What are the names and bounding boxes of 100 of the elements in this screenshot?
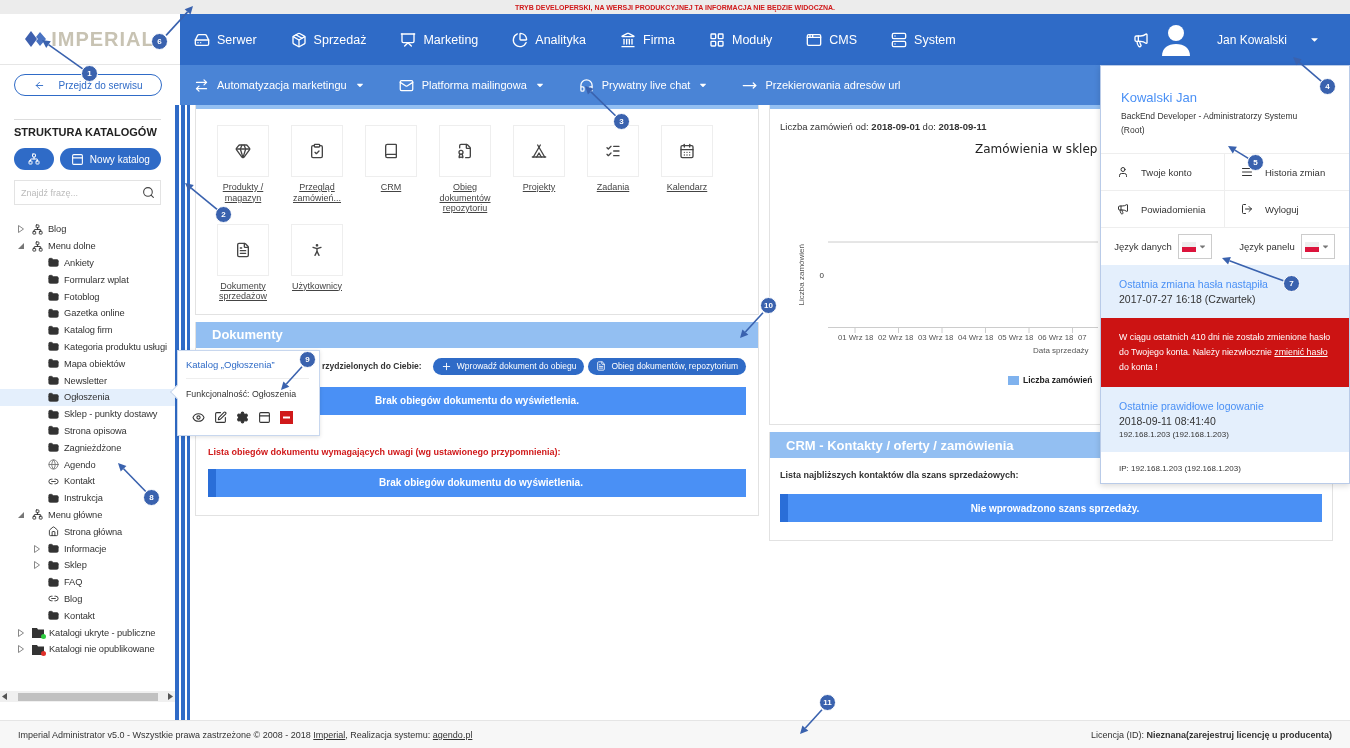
tree-item[interactable]: Sklep - punkty dostawy <box>0 405 164 423</box>
tree-item-label[interactable]: FAQ <box>64 577 83 588</box>
tree-item-label[interactable]: Informacje <box>64 543 107 554</box>
nav-item[interactable]: CMS <box>806 31 858 48</box>
megaphone-icon[interactable] <box>1132 31 1149 48</box>
tree-item-label[interactable]: Zagnieżdżone <box>64 442 122 453</box>
tree-item-label[interactable]: Strona główna <box>64 526 123 537</box>
tree-item[interactable]: Fotoblog <box>0 288 106 305</box>
tree-item-label[interactable]: Fotoblog <box>64 291 100 302</box>
tree-item-label[interactable]: Kontakt <box>64 476 95 487</box>
module-tile[interactable]: Projekty <box>502 125 576 214</box>
tree-item-label[interactable]: Menu główne <box>48 509 103 520</box>
search-icon[interactable] <box>142 186 155 199</box>
tree-item[interactable]: Blog <box>0 590 89 608</box>
tree-item[interactable]: Katalogi nie opublikowane <box>0 640 161 658</box>
new-catalog-button[interactable]: Nowy katalog <box>59 148 161 170</box>
nav-item[interactable]: Sprzedaż <box>290 31 367 48</box>
tree-item-label[interactable]: Formularz wplat <box>64 274 129 285</box>
collapse-icon[interactable] <box>18 243 24 250</box>
subnav-item[interactable]: Przekierowania adresów url <box>742 77 901 93</box>
tree-item-label[interactable]: Katalogi nie opublikowane <box>49 644 155 655</box>
tree-item-label[interactable]: Instrukcja <box>64 493 103 504</box>
user-menu-toggle[interactable]: Jan Kowalski <box>1132 23 1320 56</box>
tree-item[interactable]: FAQ <box>0 573 89 591</box>
tree-item[interactable]: Informacje <box>0 540 113 557</box>
module-tile[interactable]: Obieg dokumentów repozytoriu <box>428 125 502 214</box>
add-structure-button[interactable] <box>14 148 54 170</box>
tree-item[interactable]: Strona główna <box>0 523 129 541</box>
tree-item[interactable]: Formularz wplat <box>0 271 135 289</box>
tree-item[interactable]: Mapa obiektów <box>0 355 132 373</box>
tree-item-label[interactable]: Sklep <box>64 560 87 571</box>
nav-item[interactable]: Marketing <box>400 31 479 48</box>
tree-item[interactable]: Menu główne <box>0 506 109 524</box>
tree-item[interactable]: Blog <box>0 221 73 238</box>
tree-item[interactable]: Kontakt <box>0 472 101 490</box>
tree-item-label[interactable]: Kategoria produktu usługi <box>64 341 167 352</box>
horizontal-scrollbar[interactable] <box>0 691 175 702</box>
tree-item[interactable]: Ogłoszenia <box>0 388 175 406</box>
module-tile[interactable]: CRM <box>354 125 428 214</box>
tree-item-label[interactable]: Blog <box>48 224 67 235</box>
tree-item[interactable]: Gazetka online <box>0 305 131 322</box>
menu-item[interactable]: Twoje konto <box>1101 154 1225 191</box>
tree-item-label[interactable]: Strona opisowa <box>64 425 127 436</box>
tree-item-label[interactable]: Menu dolne <box>48 241 96 252</box>
subnav-item[interactable]: Platforma mailingowa <box>398 77 545 93</box>
tree-item[interactable]: Katalog firm <box>0 321 119 339</box>
change-password-link[interactable]: zmienić hasło <box>1274 347 1328 357</box>
subnav-item[interactable]: Prywatny live chat <box>578 77 709 93</box>
tree-item[interactable]: Strona opisowa <box>0 422 133 440</box>
tree-item[interactable]: Agendo <box>0 456 102 473</box>
expand-icon[interactable] <box>18 645 24 654</box>
tree-item[interactable]: Sklep <box>0 556 93 574</box>
nav-item[interactable]: Serwer <box>194 31 257 48</box>
scroll-left-icon[interactable] <box>2 693 7 700</box>
module-tile[interactable]: Kalendarz <box>650 125 724 214</box>
tree-item-label[interactable]: Newsletter <box>64 375 107 386</box>
delete-icon[interactable] <box>280 411 293 424</box>
scroll-right-icon[interactable] <box>168 693 173 700</box>
nav-item[interactable]: Moduły <box>709 31 773 48</box>
nav-item[interactable]: Analityka <box>512 31 587 48</box>
tree-item[interactable]: Menu dolne <box>0 237 102 255</box>
collapse-icon[interactable] <box>18 511 24 518</box>
module-tile[interactable]: Przegląd zamówień... <box>280 125 354 214</box>
edit-icon[interactable] <box>214 411 227 424</box>
tree-item-label[interactable]: Katalogi ukryte - publiczne <box>49 627 156 638</box>
search-field[interactable]: Znajdź frazę... <box>14 180 161 205</box>
window-icon[interactable] <box>258 411 271 424</box>
module-tile[interactable]: Użytkownicy <box>280 223 354 302</box>
expand-icon[interactable] <box>18 225 24 234</box>
module-tile[interactable]: Dokumenty sprzedażow <box>206 223 280 302</box>
tree-item[interactable]: Kontakt <box>0 607 101 625</box>
tree-item[interactable]: Katalogi ukryte - publiczne <box>0 624 162 641</box>
tree-item[interactable]: Instrukcja <box>0 489 109 507</box>
tree-item-label[interactable]: Ankiety <box>64 258 94 268</box>
tree-item-label[interactable]: Mapa obiektów <box>64 358 126 369</box>
tree-item-label[interactable]: Agendo <box>64 459 96 470</box>
menu-item[interactable]: Powiadomienia <box>1101 191 1225 228</box>
expand-icon[interactable] <box>34 561 40 570</box>
tree-item[interactable]: Newsletter <box>0 372 113 389</box>
tree-item-label[interactable]: Kontakt <box>64 610 95 621</box>
settings-icon[interactable] <box>236 411 249 424</box>
language-select[interactable] <box>1300 234 1335 259</box>
subnav-item[interactable]: Automatyzacja marketingu <box>194 77 365 93</box>
tree-item[interactable]: Zagnieżdżone <box>0 439 128 457</box>
expand-icon[interactable] <box>34 544 40 553</box>
tree-item-label[interactable]: Gazetka online <box>64 308 125 319</box>
add-document-button[interactable]: Wprowadź dokument do obiegu <box>432 357 585 375</box>
agendo-link[interactable]: agendo.pl <box>432 729 473 740</box>
tree-item-label[interactable]: Ogłoszenia <box>64 392 110 403</box>
tree-item-label[interactable]: Katalog firm <box>64 325 113 336</box>
tree-item[interactable]: Ankiety <box>0 254 100 272</box>
repository-button[interactable]: Obieg dokumentów, repozytorium <box>588 357 746 375</box>
eye-icon[interactable] <box>192 411 205 424</box>
menu-item[interactable]: Wyloguj <box>1225 191 1349 228</box>
nav-item[interactable]: Firma <box>620 31 675 48</box>
tree-item-label[interactable]: Blog <box>64 593 83 604</box>
language-select[interactable] <box>1177 234 1212 259</box>
tree-item-label[interactable]: Sklep - punkty dostawy <box>64 409 158 420</box>
nav-item[interactable]: System <box>891 31 956 48</box>
tree-item[interactable]: Kategoria produktu usługi <box>0 338 173 356</box>
